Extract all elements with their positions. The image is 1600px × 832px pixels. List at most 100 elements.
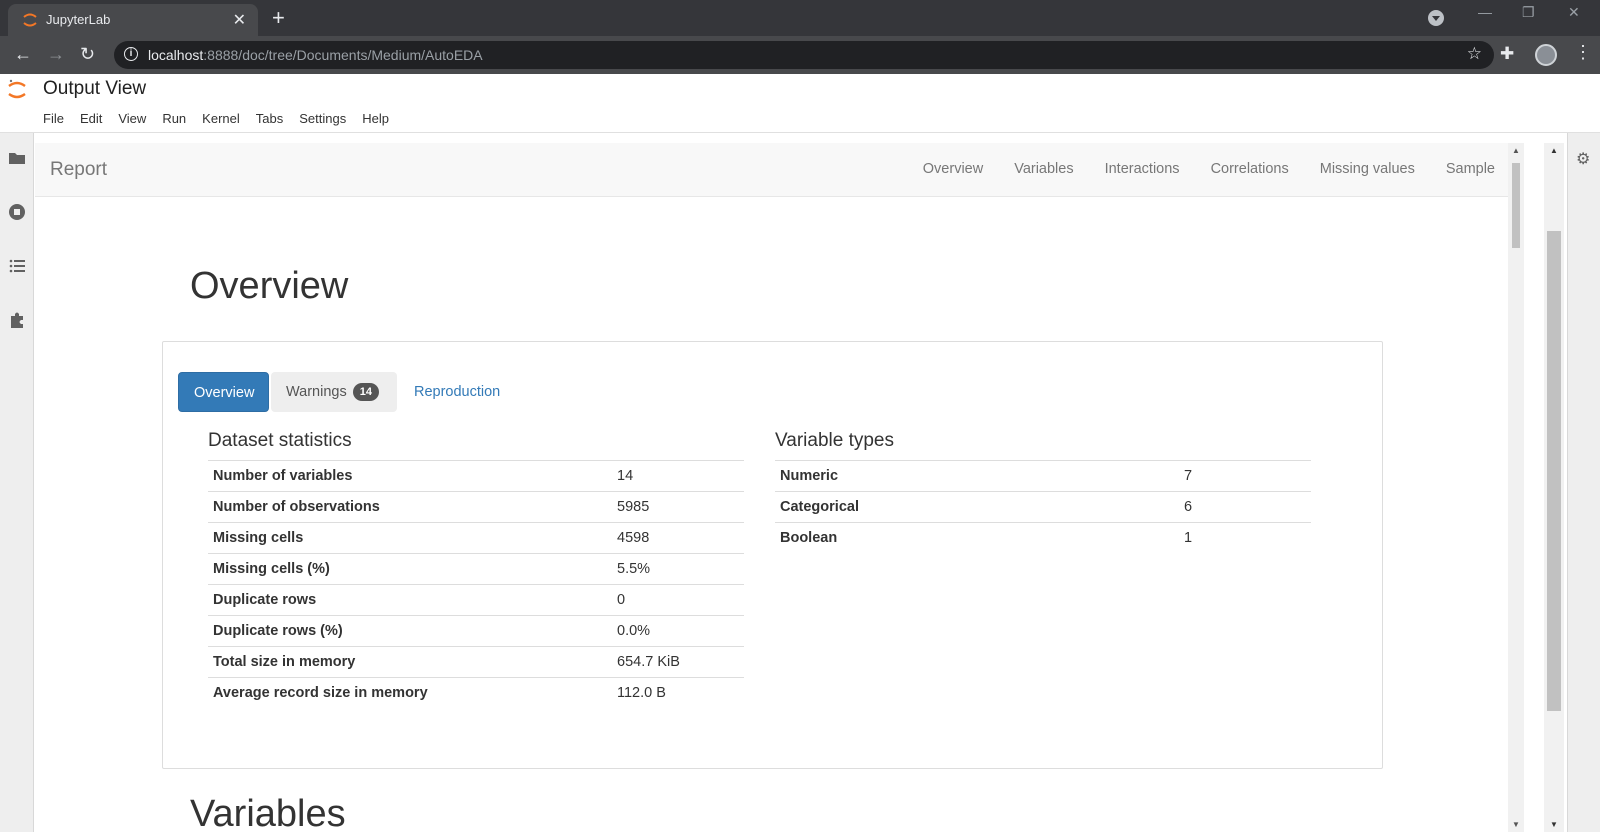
stat-label: Numeric xyxy=(775,460,1179,492)
nav-link-missing-values[interactable]: Missing values xyxy=(1320,161,1415,177)
stat-value: 4598 xyxy=(612,522,744,554)
panel-scroll-thumb[interactable] xyxy=(1547,231,1561,711)
table-row: Missing cells 4598 xyxy=(208,522,744,554)
property-inspector-icon[interactable]: ⚙ xyxy=(1576,149,1590,169)
nav-link-sample[interactable]: Sample xyxy=(1446,161,1495,177)
report-scrollbar[interactable]: ▲ ▼ xyxy=(1508,143,1524,832)
menu-file[interactable]: File xyxy=(43,111,64,126)
section-title: Overview xyxy=(190,265,349,307)
tab-close-icon[interactable]: ✕ xyxy=(233,10,246,30)
extension-manager-icon[interactable] xyxy=(8,311,26,329)
menu-tabs[interactable]: Tabs xyxy=(256,111,283,126)
left-sidebar xyxy=(0,133,34,832)
scroll-down-icon[interactable]: ▼ xyxy=(1512,820,1520,829)
menu-view[interactable]: View xyxy=(118,111,146,126)
stat-value: 7 xyxy=(1179,460,1311,492)
nav-link-overview[interactable]: Overview xyxy=(923,161,983,177)
url-text: localhost:8888/doc/tree/Documents/Medium… xyxy=(148,47,483,63)
stat-label: Number of variables xyxy=(208,460,612,492)
variable-types-table: Numeric 7 Categorical 6 Boolean 1 xyxy=(775,460,1311,554)
tab-search-icon[interactable] xyxy=(1428,10,1444,26)
stat-label: Duplicate rows (%) xyxy=(208,615,612,647)
table-row: Average record size in memory 112.0 B xyxy=(208,677,744,709)
minimize-icon[interactable]: — xyxy=(1478,4,1492,20)
stat-label: Missing cells xyxy=(208,522,612,554)
stat-label: Number of observations xyxy=(208,491,612,523)
variable-types-title: Variable types xyxy=(775,430,894,451)
page-title: Output View xyxy=(43,78,147,99)
jupyter-favicon-icon xyxy=(23,13,37,27)
jupyter-logo-icon xyxy=(8,79,26,99)
table-row: Boolean 1 xyxy=(775,522,1311,554)
menu-edit[interactable]: Edit xyxy=(80,111,102,126)
url-path: :8888/doc/tree/Documents/Medium/AutoEDA xyxy=(203,47,483,63)
reload-icon[interactable]: ↻ xyxy=(80,44,95,65)
jupyter-header: Output View File Edit View Run Kernel Ta… xyxy=(0,74,1600,133)
running-kernels-icon[interactable] xyxy=(8,203,26,221)
table-row: Number of variables 14 xyxy=(208,460,744,492)
url-host: localhost xyxy=(148,47,204,63)
panel-scrollbar[interactable]: ▲ ▼ xyxy=(1544,143,1564,832)
table-row: Missing cells (%) 5.5% xyxy=(208,553,744,585)
restore-icon[interactable]: ❐ xyxy=(1522,4,1535,21)
stat-label: Categorical xyxy=(775,491,1179,523)
report-brand[interactable]: Report xyxy=(50,159,107,181)
main-menu: File Edit View Run Kernel Tabs Settings … xyxy=(43,111,389,126)
stat-value: 0 xyxy=(612,584,744,616)
warnings-count-badge: 14 xyxy=(352,383,379,402)
site-info-icon[interactable]: i xyxy=(124,47,138,61)
new-tab-icon[interactable]: + xyxy=(272,5,285,31)
tab-warnings[interactable]: Warnings 14 xyxy=(271,372,397,412)
nav-link-interactions[interactable]: Interactions xyxy=(1105,161,1180,177)
dataset-statistics-title: Dataset statistics xyxy=(208,430,352,451)
stat-value: 654.7 KiB xyxy=(612,646,744,678)
tab-warnings-label: Warnings xyxy=(286,384,347,400)
table-row: Duplicate rows (%) 0.0% xyxy=(208,615,744,647)
back-icon[interactable]: ← xyxy=(14,44,32,65)
stat-value: 14 xyxy=(612,460,744,492)
menu-kernel[interactable]: Kernel xyxy=(202,111,240,126)
report-nav-links: Overview Variables Interactions Correlat… xyxy=(923,161,1495,177)
browser-tab[interactable]: JupyterLab ✕ xyxy=(8,4,258,36)
table-of-contents-icon[interactable] xyxy=(8,257,26,275)
stat-label: Total size in memory xyxy=(208,646,612,678)
table-row: Number of observations 5985 xyxy=(208,491,744,523)
right-sidebar: ⚙ xyxy=(1567,133,1600,832)
output-view-content: Report Overview Variables Interactions C… xyxy=(35,143,1508,832)
close-window-icon[interactable]: ✕ xyxy=(1568,4,1580,21)
extensions-icon[interactable]: ✚ xyxy=(1500,44,1514,64)
variable-types: Variable types Numeric 7 Categorical 6 Boole… xyxy=(775,430,1311,554)
tab-reproduction[interactable]: Reproduction xyxy=(399,372,515,412)
nav-link-variables[interactable]: Variables xyxy=(1014,161,1073,177)
scroll-up-icon[interactable]: ▲ xyxy=(1512,146,1520,155)
profile-avatar[interactable] xyxy=(1535,44,1557,66)
report-scroll-thumb[interactable] xyxy=(1512,163,1520,248)
menu-run[interactable]: Run xyxy=(162,111,186,126)
address-bar[interactable]: i localhost:8888/doc/tree/Documents/Medi… xyxy=(114,41,1494,69)
dataset-statistics: Dataset statistics Number of variables 14… xyxy=(208,430,744,709)
dataset-statistics-table: Number of variables 14 Number of observati… xyxy=(208,460,744,709)
stat-label: Duplicate rows xyxy=(208,584,612,616)
folder-icon[interactable] xyxy=(8,149,26,167)
browser-tab-bar: JupyterLab ✕ + — ❐ ✕ xyxy=(0,0,1600,36)
report-navbar: Report Overview Variables Interactions C… xyxy=(35,143,1508,197)
menu-help[interactable]: Help xyxy=(362,111,389,126)
variables-section-title: Variables xyxy=(190,793,346,832)
stat-value: 112.0 B xyxy=(612,677,744,709)
nav-link-correlations[interactable]: Correlations xyxy=(1211,161,1289,177)
table-row: Numeric 7 xyxy=(775,460,1311,492)
stat-value: 5985 xyxy=(612,491,744,523)
panel-scroll-down-icon[interactable]: ▼ xyxy=(1550,820,1558,829)
tab-title: JupyterLab xyxy=(46,12,111,27)
panel-scroll-up-icon[interactable]: ▲ xyxy=(1550,146,1558,155)
forward-icon[interactable]: → xyxy=(47,44,65,65)
stat-label: Boolean xyxy=(775,522,1179,554)
menu-settings[interactable]: Settings xyxy=(299,111,346,126)
stat-value: 6 xyxy=(1179,491,1311,523)
table-row: Categorical 6 xyxy=(775,491,1311,523)
stat-value: 5.5% xyxy=(612,553,744,585)
bookmark-star-icon[interactable]: ☆ xyxy=(1467,44,1482,64)
browser-menu-icon[interactable]: ⋮ xyxy=(1574,42,1592,63)
tab-overview[interactable]: Overview xyxy=(178,372,269,412)
overview-panel: Overview Warnings 14 Reproduction Dataset… xyxy=(162,341,1383,769)
